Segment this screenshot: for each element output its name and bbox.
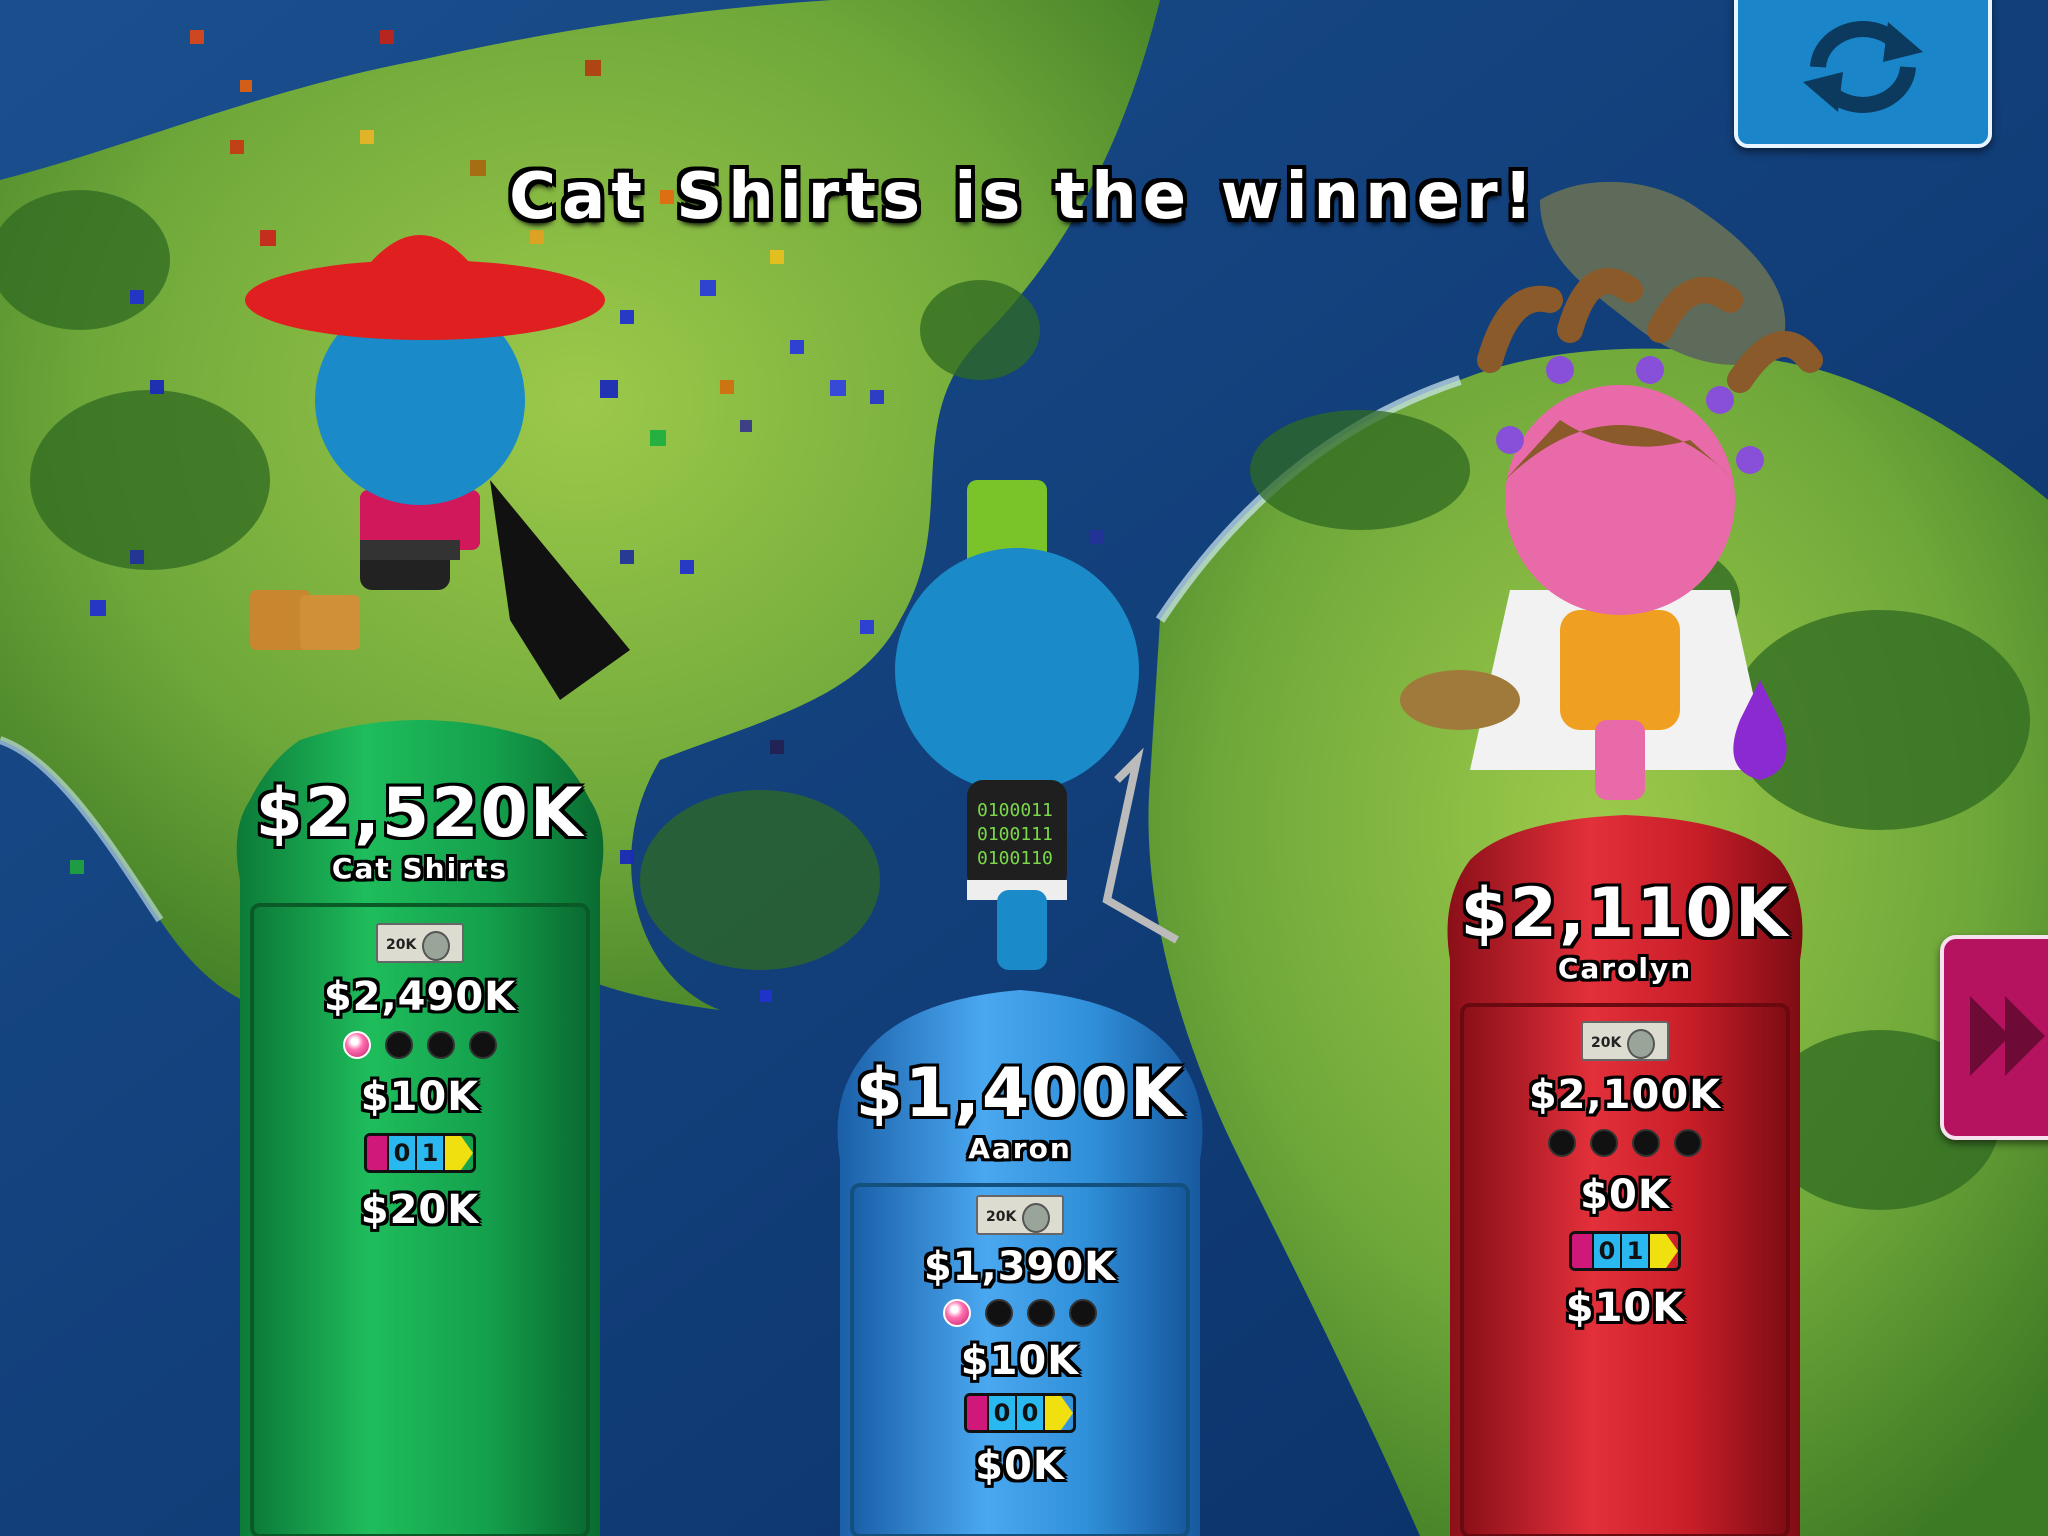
empty-pin-dot <box>1027 1299 1055 1327</box>
player-total: $2,520K <box>255 774 585 853</box>
player-stat-b: $10K <box>1565 1285 1685 1331</box>
spinner-digit-0: 0 <box>987 1396 1015 1430</box>
empty-pin-dot <box>1632 1129 1660 1157</box>
player-card-carolyn: $2,110K Carolyn 20K $2,100K $0K 0 1 $10K <box>1445 874 1805 1331</box>
player-stat-a: $10K <box>360 1074 480 1120</box>
player-stat-a: $0K <box>1580 1172 1670 1218</box>
player-cash: $1,390K <box>923 1244 1117 1290</box>
spinner-digit-0: 0 <box>387 1136 415 1170</box>
player-stat-a: $10K <box>960 1338 1080 1384</box>
pink-pin-dot <box>343 1031 371 1059</box>
empty-pin-dot <box>385 1031 413 1059</box>
empty-pin-dot <box>427 1031 455 1059</box>
svg-text:0100110: 0100110 <box>977 848 1053 869</box>
player-name: Cat Shirts <box>331 852 509 885</box>
winner-banner: Cat Shirts is the winner! <box>509 160 1539 234</box>
empty-pin-dot <box>469 1031 497 1059</box>
player-cash: $2,490K <box>323 974 517 1020</box>
empty-pin-dot <box>1548 1129 1576 1157</box>
player-cash: $2,100K <box>1528 1072 1722 1118</box>
player-total: $2,110K <box>1460 874 1790 953</box>
svg-text:0100011: 0100011 <box>977 800 1053 821</box>
bill-icon: 20K <box>1581 1021 1669 1061</box>
bill-icon: 20K <box>376 923 464 963</box>
pin-dots <box>240 1031 600 1059</box>
spinner-counter: 0 1 <box>1569 1231 1681 1271</box>
empty-pin-dot <box>985 1299 1013 1327</box>
player-name: Carolyn <box>1557 952 1693 985</box>
player-card-aaron: $1,400K Aaron 20K $1,390K $10K 0 0 $0K <box>840 1054 1200 1489</box>
pin-dots <box>840 1299 1200 1327</box>
pink-pin-dot <box>943 1299 971 1327</box>
spinner-digit-1: 1 <box>415 1136 443 1170</box>
refresh-button[interactable] <box>1734 0 1992 148</box>
fast-forward-icon <box>1970 986 2048 1090</box>
pin-dots <box>1445 1129 1805 1157</box>
player-stat-b: $20K <box>360 1187 480 1233</box>
fast-forward-button[interactable] <box>1940 935 2048 1140</box>
player-total: $1,400K <box>855 1054 1185 1133</box>
spinner-digit-0: 0 <box>1592 1234 1620 1268</box>
spinner-digit-1: 0 <box>1015 1396 1043 1430</box>
spinner-counter: 0 0 <box>964 1393 1076 1433</box>
player-name: Aaron <box>968 1132 1072 1165</box>
bill-icon: 20K <box>976 1195 1064 1235</box>
svg-text:0100111: 0100111 <box>977 824 1053 845</box>
player-card-cat-shirts: $2,520K Cat Shirts 20K $2,490K $10K 0 1 … <box>240 774 600 1233</box>
refresh-icon <box>1793 12 1933 126</box>
spinner-digit-1: 1 <box>1620 1234 1648 1268</box>
spinner-counter: 0 1 <box>364 1133 476 1173</box>
empty-pin-dot <box>1674 1129 1702 1157</box>
player-stat-b: $0K <box>975 1443 1065 1489</box>
empty-pin-dot <box>1069 1299 1097 1327</box>
empty-pin-dot <box>1590 1129 1618 1157</box>
